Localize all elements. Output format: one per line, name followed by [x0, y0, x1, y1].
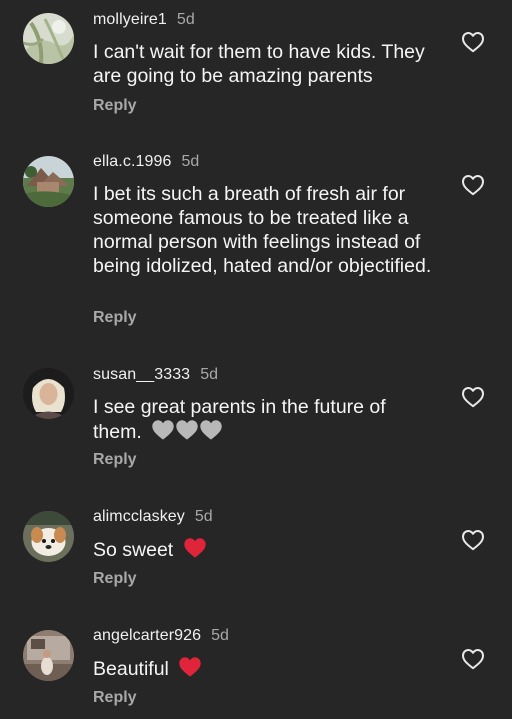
comment-body: I bet its such a breath of fresh air for…	[93, 183, 432, 277]
timestamp: 5d	[200, 366, 218, 383]
comment-body: I see great parents in the future of the…	[93, 396, 386, 443]
comment-meta: angelcarter926 5d	[93, 627, 229, 647]
comment-meta: mollyeire1 5d	[93, 11, 195, 31]
avatar[interactable]	[23, 13, 74, 64]
username[interactable]: mollyeire1	[93, 11, 167, 29]
heart-outline-icon[interactable]	[461, 174, 485, 196]
comment-text: So sweet	[93, 537, 438, 565]
reply-button[interactable]: Reply	[93, 309, 137, 327]
timestamp: 5d	[194, 508, 213, 525]
reply-button[interactable]: Reply	[93, 689, 137, 707]
timestamp: 5d	[211, 627, 229, 644]
heart-outline-icon[interactable]	[461, 31, 485, 53]
heart-outline-icon[interactable]	[461, 386, 485, 408]
comment-text: I can't wait for them to have kids. They…	[93, 40, 438, 88]
avatar[interactable]	[23, 511, 74, 562]
comment-body: I can't wait for them to have kids. They…	[93, 41, 425, 87]
heart-outline-icon[interactable]	[461, 648, 485, 670]
avatar[interactable]	[23, 156, 74, 207]
avatar[interactable]	[23, 368, 74, 419]
reply-button[interactable]: Reply	[93, 570, 137, 588]
heart-outline-icon[interactable]	[461, 529, 485, 551]
username[interactable]: susan__3333	[93, 366, 190, 384]
comment-body: So sweet	[93, 539, 174, 561]
comment-meta: ella.c.1996 5d	[93, 153, 199, 173]
comment-meta: susan__3333 5d	[93, 366, 218, 386]
comment-text: I see great parents in the future of the…	[93, 395, 438, 447]
timestamp: 5d	[176, 11, 195, 28]
username[interactable]: angelcarter926	[93, 627, 201, 645]
avatar[interactable]	[23, 630, 74, 681]
username[interactable]: ella.c.1996	[93, 153, 172, 171]
reply-button[interactable]: Reply	[93, 97, 137, 115]
comment-text: I bet its such a breath of fresh air for…	[93, 182, 438, 278]
username[interactable]: alimcclaskey	[93, 508, 185, 526]
comment-meta: alimcclaskey 5d	[93, 508, 213, 528]
red-heart-emoji	[178, 656, 202, 684]
comment-text: Beautiful	[93, 656, 438, 684]
grey-heart-emoji	[151, 419, 223, 447]
red-heart-emoji	[183, 537, 207, 565]
comment-body: Beautiful	[93, 658, 169, 680]
timestamp: 5d	[181, 153, 200, 170]
reply-button[interactable]: Reply	[93, 451, 137, 469]
